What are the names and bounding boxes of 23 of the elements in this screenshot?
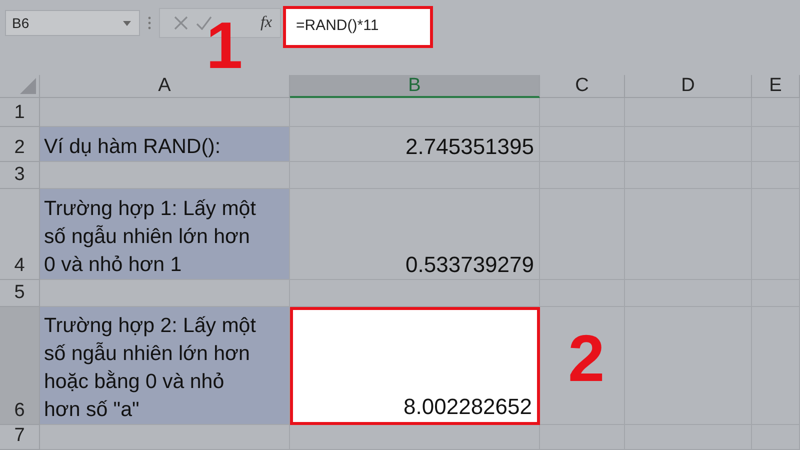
column-header[interactable]: E — [752, 75, 800, 98]
row-header[interactable]: 1 — [0, 98, 40, 127]
grip-icon — [146, 16, 153, 30]
table-cell — [752, 98, 800, 127]
check-icon[interactable] — [196, 16, 212, 30]
table-cell: 2.745351395 — [290, 127, 540, 162]
row-header[interactable]: 7 — [0, 425, 40, 450]
name-box[interactable]: B6 — [5, 10, 140, 36]
column-header[interactable]: C — [540, 75, 625, 98]
table-cell: Ví dụ hàm RAND(): — [40, 127, 290, 162]
table-cell: 8.002282652 — [290, 307, 540, 425]
column-header[interactable]: D — [625, 75, 752, 98]
step-number: 1 — [206, 12, 243, 78]
column-header[interactable]: A — [40, 75, 290, 98]
table-cell: Trường hợp 1: Lấy một số ngẫu nhiên lớn hơn 0 và nhỏ hơn 1 — [40, 189, 290, 280]
row-header[interactable]: 3 — [0, 162, 40, 189]
table-cell: 0.533739279 — [290, 189, 540, 280]
table-cell: Trường hợp 2: Lấy một số ngẫu nhiên lớn hơn hoặc bằng 0 và nhỏ hơn số "a" — [40, 307, 290, 425]
select-all-icon[interactable] — [20, 78, 36, 94]
row-header[interactable]: 6 — [0, 307, 40, 425]
insert-function-button[interactable]: fx — [260, 14, 272, 32]
step-number: 2 — [568, 325, 605, 391]
cancel-icon[interactable] — [174, 16, 188, 30]
